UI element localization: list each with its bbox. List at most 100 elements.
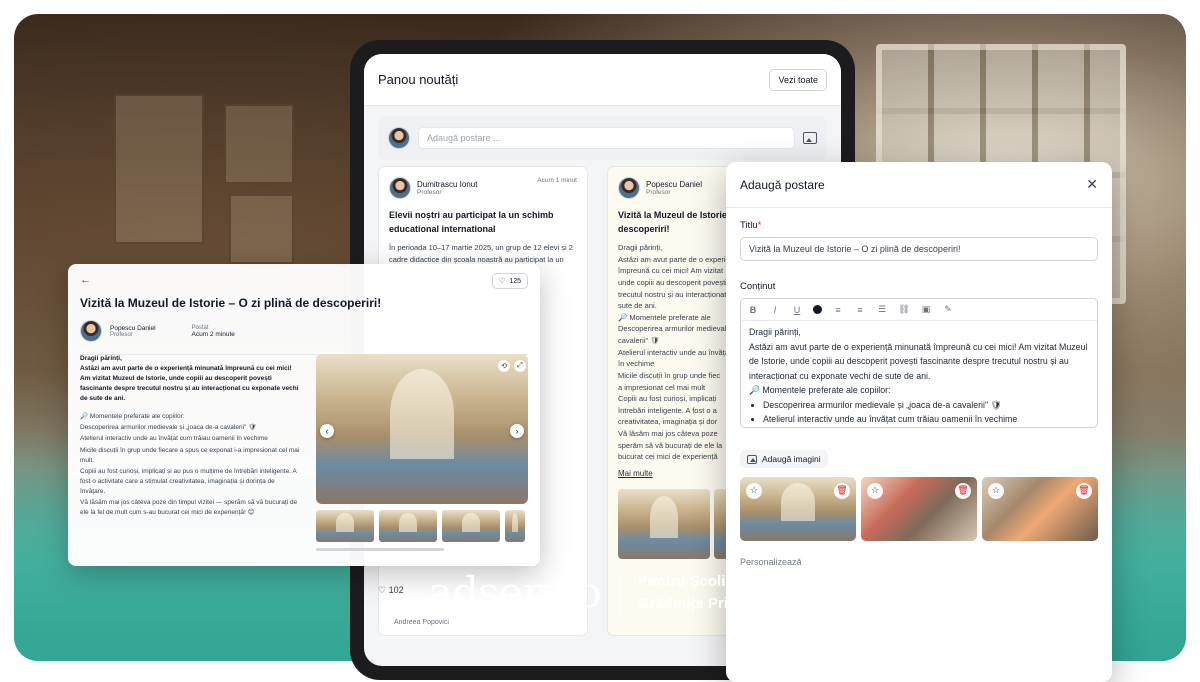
- uploaded-image[interactable]: ☆ 🗑: [740, 476, 856, 541]
- share-icon[interactable]: ⟲: [498, 360, 510, 372]
- star-icon[interactable]: ☆: [746, 482, 762, 499]
- brand-tagline: Pentru Școli & Grădinițe Private: [638, 571, 758, 615]
- avatar: [618, 177, 640, 199]
- carousel-prev-button[interactable]: ‹: [320, 424, 334, 438]
- wall-poster: [114, 94, 204, 244]
- greeting: Dragii părinți,: [80, 355, 122, 362]
- required-mark: *: [757, 220, 762, 231]
- detail-line: Micile discuții în grup unde fiecare a s…: [80, 446, 300, 464]
- avatar: [389, 177, 411, 199]
- heart-icon: ♡: [499, 278, 506, 285]
- clear-format-icon[interactable]: ✎: [942, 304, 954, 315]
- see-all-button[interactable]: Vezi toate: [769, 68, 827, 91]
- title-label: Titlu*: [740, 220, 1098, 231]
- editor-content[interactable]: Dragii părinți, Astăzi am avut parte de …: [741, 321, 1097, 427]
- carousel-thumbnails: [316, 510, 528, 542]
- carousel-thumbnail[interactable]: [442, 510, 500, 542]
- post-author: Popescu Daniel: [646, 180, 703, 189]
- title-label-text: Titlu: [740, 220, 758, 231]
- tagline-line: Grădinițe Private: [637, 594, 758, 612]
- post-role: Profesor: [417, 189, 442, 196]
- wall-poster: [229, 194, 294, 264]
- modal-title: Adaugă postare: [740, 177, 825, 192]
- carousel-next-button[interactable]: ›: [510, 424, 524, 438]
- like-count-value: 102: [388, 585, 404, 595]
- list-icon[interactable]: ☰: [876, 304, 888, 315]
- post-detail-panel: ← ♡ 125 Vizită la Muzeul de Istorie – O …: [68, 264, 540, 566]
- post-author: Popescu Daniel: [110, 324, 156, 332]
- detail-line: 🔎 Momentele preferate ale copiilor:: [80, 413, 185, 421]
- carousel-thumbnail[interactable]: [316, 510, 374, 542]
- trash-icon[interactable]: 🗑: [955, 482, 971, 499]
- align-center-icon[interactable]: ≡: [854, 305, 866, 315]
- content-bullet: Descoperirea armurilor medievale și „joa…: [763, 398, 1089, 413]
- align-left-icon[interactable]: ≡: [832, 305, 844, 315]
- post-role: Profesor: [110, 331, 133, 338]
- like-button[interactable]: ♡ 125: [492, 273, 528, 289]
- image-icon: [747, 454, 757, 464]
- detail-lines: 🔎 Momentele preferate ale copiilor: Desco…: [80, 412, 300, 518]
- image-icon[interactable]: ▣: [920, 304, 932, 315]
- star-icon[interactable]: ☆: [867, 482, 883, 499]
- modal-header: Adaugă postare ✕: [726, 162, 1112, 208]
- content-bullet: Atelierul interactiv unde au învățat cum…: [763, 412, 1089, 427]
- back-arrow-icon[interactable]: ←: [80, 274, 528, 286]
- link-icon[interactable]: ⛓: [898, 304, 910, 315]
- post-author: Dumitrascu Ionut: [417, 180, 478, 189]
- avatar: [80, 320, 102, 342]
- brand-bar: adservio Pentru Școli & Grădinițe Privat…: [428, 568, 758, 617]
- uploaded-images: ☆ 🗑 ☆ 🗑 ☆ 🗑: [740, 476, 1098, 541]
- detail-title: Vizită la Muzeul de Istorie – O zi plină…: [80, 296, 382, 310]
- avatar: [388, 127, 410, 149]
- detail-line: Vă lăsăm mai jos câteva poze din timpul …: [80, 498, 298, 516]
- post-role: Profesor: [646, 189, 671, 196]
- italic-icon[interactable]: I: [769, 305, 781, 315]
- feed-title: Panou noutăți: [378, 72, 459, 87]
- carousel-scrollbar[interactable]: [316, 548, 444, 551]
- post-image[interactable]: [618, 488, 710, 559]
- brand-divider: [618, 572, 620, 613]
- bold-icon[interactable]: B: [747, 305, 759, 315]
- carousel-thumbnail[interactable]: [379, 510, 437, 542]
- uploaded-image[interactable]: ☆ 🗑: [982, 476, 1098, 541]
- personalize-label: Personalizează: [740, 556, 802, 567]
- content-line: Astăzi am avut parte de o experiență min…: [749, 341, 1088, 381]
- wall-poster: [224, 104, 294, 184]
- post-body: În perioada 10–17 martie 2025, un grup d…: [389, 243, 573, 264]
- rich-text-editor[interactable]: B I U ≡ ≡ ☰ ⛓ ▣ ✎ Dragii părinți, Astăzi…: [740, 298, 1098, 428]
- detail-line: Copiii au fost curioși, implicați și au …: [80, 467, 297, 495]
- image-carousel[interactable]: [316, 354, 528, 504]
- text-color-icon[interactable]: [813, 305, 822, 314]
- editor-toolbar: B I U ≡ ≡ ☰ ⛓ ▣ ✎: [741, 299, 1097, 321]
- detail-body: Dragii părinți, Astăzi am avut parte de …: [80, 354, 300, 519]
- add-post-modal: Adaugă postare ✕ Titlu* Vizită la Muzeul…: [726, 162, 1112, 682]
- trash-icon[interactable]: 🗑: [834, 482, 850, 499]
- add-post-input[interactable]: Adaugă postare ...: [418, 127, 795, 149]
- like-count[interactable]: ♡ 102: [378, 585, 404, 596]
- post-time: Acum 1 minut: [537, 177, 577, 184]
- post-meta: Popescu Daniel Profesor Postat Acum 2 mi…: [80, 320, 528, 342]
- content-line: Dragii părinți,: [749, 327, 801, 337]
- carousel-thumbnail[interactable]: [505, 510, 525, 542]
- trash-icon[interactable]: 🗑: [1076, 482, 1092, 499]
- feed-header: Panou noutăți Vezi toate: [364, 54, 841, 106]
- uploaded-image[interactable]: ☆ 🗑: [861, 476, 977, 541]
- tagline-line: Pentru Școli &: [637, 572, 741, 590]
- image-icon[interactable]: [803, 132, 817, 144]
- title-input[interactable]: Vizită la Muzeul de Istorie – O zi plină…: [740, 237, 1098, 261]
- post-composer: Adaugă postare ...: [378, 116, 827, 160]
- underline-icon[interactable]: U: [791, 305, 803, 315]
- expand-icon[interactable]: ⤢: [514, 360, 526, 372]
- adservio-logo: adservio: [428, 568, 602, 617]
- post-header: Dumitrascu Ionut Profesor Acum 1 minut: [389, 177, 577, 199]
- detail-line: Descoperirea armurilor medievale și „joa…: [80, 424, 257, 432]
- star-icon[interactable]: ☆: [988, 482, 1004, 499]
- like-count: 125: [509, 277, 521, 285]
- detail-line: Atelierul interactiv unde au învățat cum…: [80, 435, 268, 443]
- post-title: Elevii noștri au participat la un schimb…: [389, 210, 554, 234]
- more-link[interactable]: Mai multe: [618, 469, 653, 478]
- add-images-button[interactable]: Adaugă imagini: [740, 450, 828, 468]
- intro-text: Astăzi am avut parte de o experiență min…: [80, 365, 299, 403]
- close-icon[interactable]: ✕: [1086, 176, 1098, 193]
- content-line: 🔎 Momentele preferate ale copiilor:: [749, 385, 891, 395]
